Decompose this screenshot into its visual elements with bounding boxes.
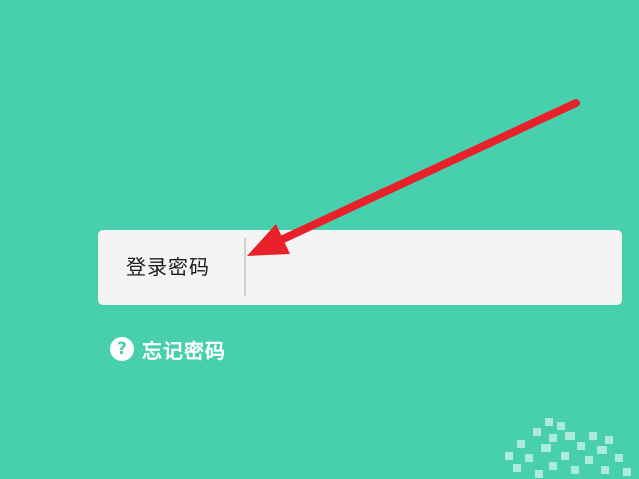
field-divider bbox=[244, 238, 246, 296]
question-circle-icon: ? bbox=[110, 337, 134, 361]
password-field-box[interactable]: 登录密码 bbox=[98, 230, 622, 305]
password-input[interactable] bbox=[250, 236, 614, 300]
pixel-watermark bbox=[505, 418, 631, 478]
forgot-password-label: 忘记密码 bbox=[142, 338, 226, 363]
forgot-password-link[interactable]: ? 忘记密码 bbox=[110, 336, 226, 363]
password-label: 登录密码 bbox=[126, 255, 210, 279]
arrow-shaft bbox=[264, 99, 580, 250]
